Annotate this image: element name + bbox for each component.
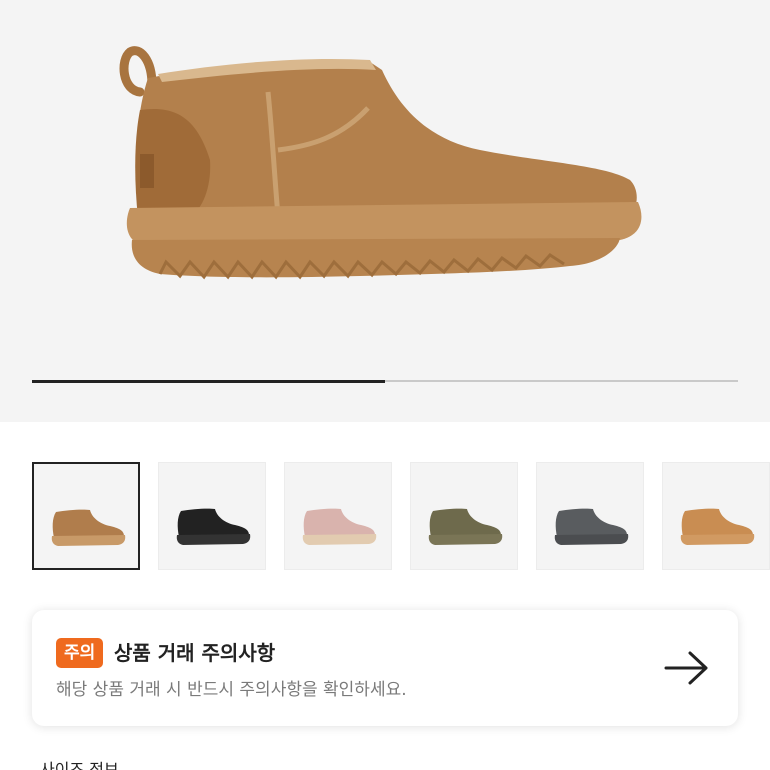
gallery-progress-bar bbox=[32, 379, 738, 383]
product-main-image bbox=[119, 46, 642, 280]
thumbnail-boot-image bbox=[302, 508, 377, 545]
thumb-pink[interactable] bbox=[284, 462, 392, 570]
notice-description: 해당 상품 거래 시 반드시 주의사항을 확인하세요. bbox=[56, 680, 407, 700]
thumbnail-boot-image bbox=[51, 509, 126, 546]
trade-notice-card[interactable]: 주의 상품 거래 주의사항 해당 상품 거래 시 반드시 주의사항을 확인하세요… bbox=[32, 610, 738, 726]
thumb-chestnut[interactable] bbox=[32, 462, 140, 570]
notice-badge: 주의 bbox=[56, 638, 104, 668]
thumbnail-boot-image bbox=[428, 508, 503, 545]
thumb-olive[interactable] bbox=[410, 462, 518, 570]
thumbnail-boot-image bbox=[554, 508, 629, 545]
thumb-grey[interactable] bbox=[536, 462, 644, 570]
arrow-right-icon[interactable] bbox=[662, 648, 712, 688]
thumb-black[interactable] bbox=[158, 462, 266, 570]
thumb-tan[interactable] bbox=[662, 462, 770, 570]
thumbnail-boot-image bbox=[176, 508, 251, 545]
thumbnail-boot-image bbox=[680, 508, 755, 545]
product-image-area[interactable] bbox=[0, 0, 770, 422]
gallery-progress-fill bbox=[32, 379, 385, 383]
notice-title: 상품 거래 주의사항 bbox=[114, 641, 276, 665]
next-section-heading: 사이즈 정보 bbox=[40, 760, 119, 770]
thumbnail-strip bbox=[32, 462, 770, 570]
